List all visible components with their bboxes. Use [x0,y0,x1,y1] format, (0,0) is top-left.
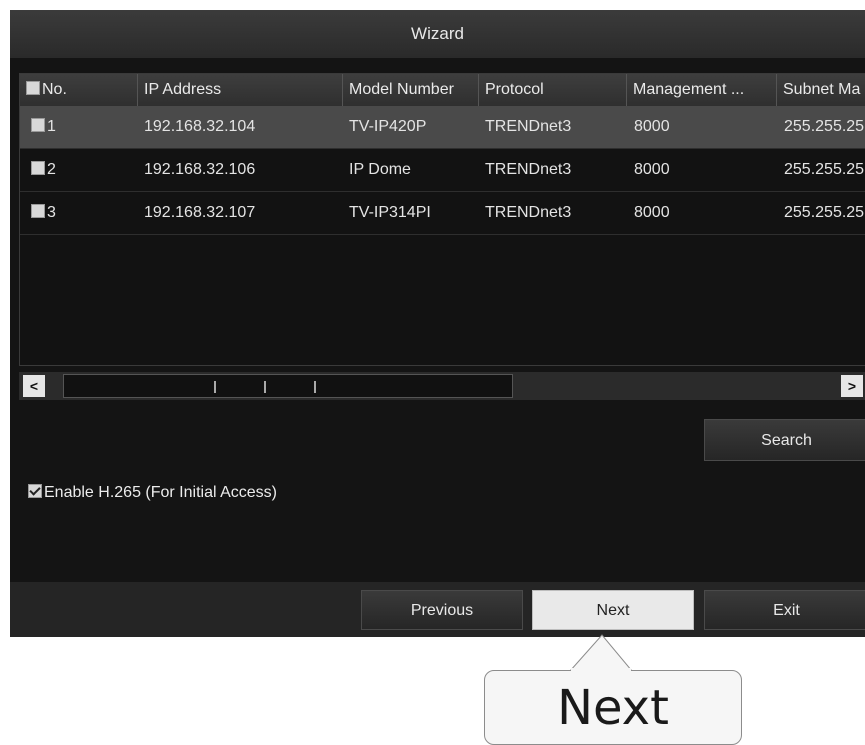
callout-pointer-mask-icon [571,668,631,673]
callout-label: Next [557,680,669,736]
